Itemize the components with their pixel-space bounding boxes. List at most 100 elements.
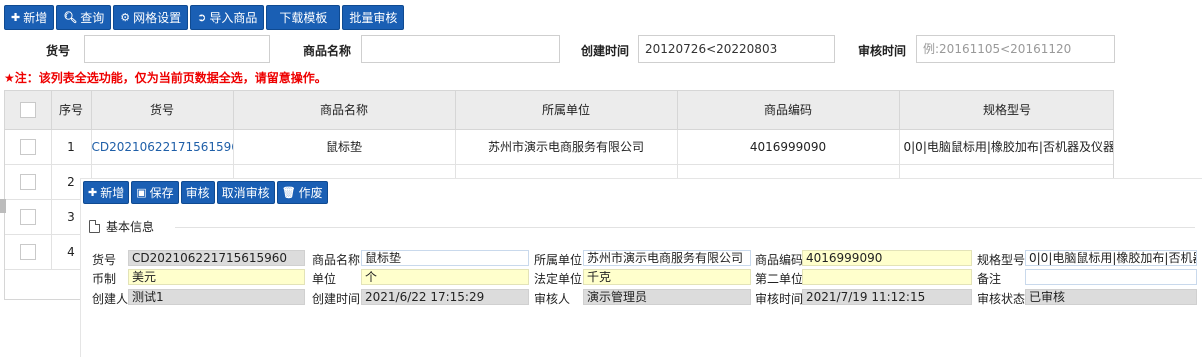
collapse-handle[interactable] (0, 199, 6, 213)
unit-field[interactable]: 苏州市演示电商服务有限公司 (583, 250, 751, 266)
row-select-cell[interactable] (5, 129, 52, 165)
form-row-1: 货号 CD202106221715615960 商品名称 鼠标垫 所属单位 苏州… (81, 250, 1202, 267)
spec-field[interactable]: 0|0|电脑鼠标用|橡胶加布|否机器及仪 (1025, 250, 1197, 266)
import-icon: ➲ (197, 11, 207, 24)
save-icon: ▣ (136, 186, 147, 199)
legal-unit-field-label: 法定单位 (534, 272, 583, 286)
created-time-label: 创建时间 (581, 44, 630, 58)
grid-settings-label: 网格设置 (133, 11, 182, 25)
audit-button-label: 审核 (185, 186, 210, 200)
row-select-cell[interactable] (5, 164, 52, 200)
status-field-label: 审核状态 (977, 292, 1026, 306)
created-time-field-label: 创建时间 (312, 292, 361, 306)
product-name-label: 商品名称 (303, 44, 352, 58)
column-header[interactable]: 货号 (91, 91, 234, 130)
code-link[interactable]: CD202106221715615960 (91, 129, 234, 165)
second-unit-field[interactable] (802, 269, 972, 285)
row-checkbox[interactable] (19, 208, 36, 225)
document-icon (89, 220, 100, 233)
column-header[interactable]: 所属单位 (455, 91, 678, 130)
batch-audit-label: 批量审核 (349, 11, 398, 25)
auditor-field: 演示管理员 (583, 289, 751, 305)
form-row-3: 创建人 测试1 创建时间 2021/6/22 17:15:29 审核人 演示管理… (81, 289, 1202, 306)
currency-field[interactable]: 美元 (128, 269, 305, 285)
audit-time-input[interactable]: 例:20161105<20161120 (916, 35, 1115, 63)
measure-field[interactable]: 个 (361, 269, 529, 285)
remark-field[interactable] (1025, 269, 1197, 285)
spec-field-label: 规格型号 (977, 253, 1026, 267)
form-row-2: 币制 美元 单位 个 法定单位 千克 第二单位 备注 (81, 269, 1202, 286)
hs-field-label: 商品编码 (755, 253, 804, 267)
select-all-checkbox[interactable] (19, 101, 36, 118)
code-label: 货号 (46, 44, 71, 58)
search-icon: 🔍︎ (63, 11, 78, 24)
name-field-label: 商品名称 (312, 253, 361, 267)
add-button[interactable]: ✚ 新增 (4, 5, 55, 30)
cancel-audit-button[interactable]: 取消审核 (216, 181, 275, 204)
dialog-add-button[interactable]: ✚ 新增 (83, 181, 130, 204)
dialog-toolbar: ✚ 新增 ▣ 保存 审核 取消审核 🗑︎ 作废 (83, 181, 328, 204)
code-field-label: 货号 (92, 253, 117, 267)
row-number: 1 (51, 129, 92, 165)
currency-field-label: 币制 (92, 272, 117, 286)
cancel-audit-label: 取消审核 (221, 186, 270, 200)
trash-icon: 🗑︎ (281, 186, 296, 199)
plus-icon: ✚ (11, 11, 21, 24)
column-header[interactable]: 商品名称 (233, 91, 456, 130)
import-button-label: 导入商品 (209, 11, 258, 25)
void-button-label: 作废 (298, 186, 323, 200)
column-header[interactable]: 规格型号 (899, 91, 1113, 130)
unit-field-label: 所属单位 (534, 253, 583, 267)
save-button[interactable]: ▣ 保存 (131, 181, 179, 204)
created-time-field: 2021/6/22 17:15:29 (361, 289, 529, 305)
query-button-label: 查询 (80, 11, 105, 25)
row-checkbox[interactable] (19, 243, 36, 260)
row-checkbox[interactable] (19, 138, 36, 155)
row-select-cell[interactable] (5, 199, 52, 235)
grid-header-row: 序号 货号 商品名称 所属单位 商品编码 规格型号 (5, 91, 1113, 130)
audit-time-field-label: 审核时间 (755, 292, 804, 306)
grid-settings-button[interactable]: ⚙ 网格设置 (113, 5, 189, 30)
status-field: 已审核 (1025, 289, 1197, 305)
code-field[interactable]: CD202106221715615960 (128, 250, 305, 266)
audit-time-field: 2021/7/19 11:12:15 (802, 289, 972, 305)
code-input[interactable] (84, 35, 270, 63)
audit-button[interactable]: 审核 (180, 181, 215, 204)
hs-code-cell: 4016999090 (677, 129, 900, 165)
auditor-field-label: 审核人 (534, 292, 571, 306)
created-time-input[interactable]: 20120726<20220803 (638, 35, 835, 63)
hs-field[interactable]: 4016999090 (802, 250, 972, 266)
row-checkbox[interactable] (19, 173, 36, 190)
query-button[interactable]: 🔍︎ 查询 (56, 5, 112, 30)
select-all-note: ★注：该列表全选功能，仅为当前页数据全选，请留意操作。 (4, 71, 327, 85)
dialog-add-label: 新增 (100, 186, 125, 200)
select-all-cell[interactable] (5, 91, 52, 130)
audit-time-label: 审核时间 (858, 44, 907, 58)
section-divider (175, 227, 1195, 228)
void-button[interactable]: 🗑︎ 作废 (276, 181, 328, 204)
section-title: 基本信息 (106, 220, 155, 234)
creator-field-label: 创建人 (92, 292, 129, 306)
column-header[interactable]: 序号 (51, 91, 92, 130)
creator-field: 测试1 (128, 289, 305, 305)
download-template-button[interactable]: 下载模板 (266, 5, 341, 30)
unit-cell: 苏州市演示电商服务有限公司 (455, 129, 678, 165)
basic-info-section: 基本信息 (89, 218, 154, 235)
download-template-label: 下载模板 (279, 11, 328, 25)
column-header[interactable]: 商品编码 (677, 91, 900, 130)
save-button-label: 保存 (149, 186, 174, 200)
import-button[interactable]: ➲ 导入商品 (190, 5, 265, 30)
table-row[interactable]: 1 CD202106221715615960 鼠标垫 苏州市演示电商服务有限公司… (5, 129, 1113, 165)
measure-field-label: 单位 (312, 272, 337, 286)
row-select-cell[interactable] (5, 234, 52, 270)
product-name-input[interactable] (361, 35, 560, 63)
name-field[interactable]: 鼠标垫 (361, 250, 529, 266)
page: ✚ 新增 🔍︎ 查询 ⚙ 网格设置 ➲ 导入商品 下载模板 批量审核 货号 商品… (0, 0, 1202, 357)
plus-icon: ✚ (88, 186, 98, 199)
legal-unit-field[interactable]: 千克 (583, 269, 751, 285)
product-name-cell: 鼠标垫 (233, 129, 456, 165)
add-button-label: 新增 (23, 11, 48, 25)
batch-audit-button[interactable]: 批量审核 (342, 5, 405, 30)
remark-field-label: 备注 (977, 272, 1002, 286)
product-detail-dialog: ✚ 新增 ▣ 保存 审核 取消审核 🗑︎ 作废 基本信息 货号 CD202106… (80, 178, 1202, 357)
